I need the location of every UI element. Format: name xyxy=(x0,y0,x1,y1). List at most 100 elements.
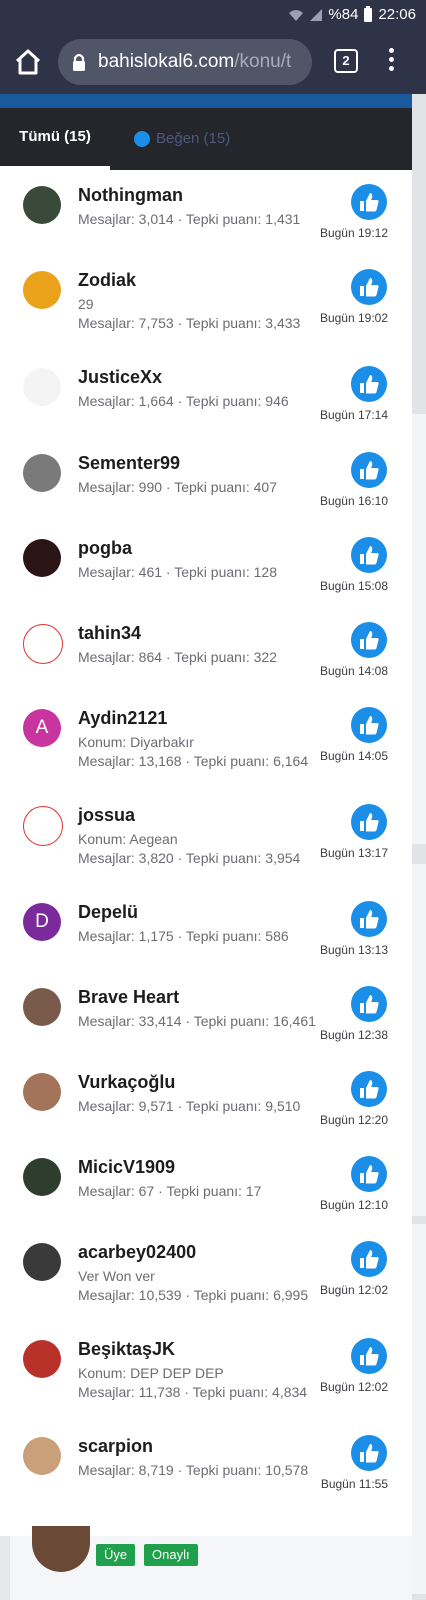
verified-badge: Onaylı xyxy=(144,1544,198,1566)
like-icon xyxy=(351,1241,387,1277)
reaction-time: Bugün 14:08 xyxy=(319,664,388,678)
list-item[interactable]: scarpion Mesajlar: 8,719 · Tepki puanı: 1… xyxy=(0,1421,412,1506)
battery-percent: %84 xyxy=(328,6,359,23)
list-item[interactable]: pogba Mesajlar: 461 · Tepki puanı: 128 Bug… xyxy=(0,523,412,608)
avatar[interactable] xyxy=(23,186,61,224)
list-item[interactable]: Sementer99 Mesajlar: 990 · Tepki puanı: 4… xyxy=(0,438,412,523)
user-extra: Konum: Diyarbakır xyxy=(78,734,194,750)
list-item[interactable]: tahin34 Mesajlar: 864 · Tepki puanı: 322 B… xyxy=(0,608,412,693)
avatar[interactable] xyxy=(23,1437,61,1475)
home-icon[interactable] xyxy=(14,48,42,76)
avatar[interactable] xyxy=(32,1526,90,1572)
username-link[interactable]: Nothingman xyxy=(78,185,183,206)
tab-like[interactable]: Beğen (15) xyxy=(134,108,230,170)
username-link[interactable]: tahin34 xyxy=(78,623,141,644)
user-extra: Ver Won ver xyxy=(78,1268,155,1284)
list-item[interactable]: Brave Heart Mesajlar: 33,414 · Tepki puan… xyxy=(0,972,412,1057)
url-path: /konu/t xyxy=(234,51,292,72)
user-stats: Mesajlar: 864 · Tepki puanı: 322 xyxy=(78,649,277,665)
username-link[interactable]: JusticeXx xyxy=(78,367,162,388)
username-link[interactable]: pogba xyxy=(78,538,132,559)
list-item[interactable]: A Aydin2121 Konum: Diyarbakır Mesajlar: 13,… xyxy=(0,693,412,790)
list-item[interactable]: jossua Konum: Aegean Mesajlar: 3,820 · Tep… xyxy=(0,790,412,887)
avatar[interactable] xyxy=(23,271,61,309)
username-link[interactable]: Brave Heart xyxy=(78,987,179,1008)
user-stats: Mesajlar: 1,664 · Tepki puanı: 946 xyxy=(78,393,289,409)
user-stats: Mesajlar: 33,414 · Tepki puanı: 16,461 xyxy=(78,1013,316,1029)
user-stats: Mesajlar: 990 · Tepki puanı: 407 xyxy=(78,479,277,495)
user-stats: Mesajlar: 8,719 · Tepki puanı: 10,578 xyxy=(78,1462,309,1478)
username-link[interactable]: acarbey02400 xyxy=(78,1242,196,1263)
tab-all[interactable]: Tümü (15) xyxy=(0,108,110,170)
list-item[interactable]: BeşiktaşJK Konum: DEP DEP DEP Mesajlar: 11… xyxy=(0,1324,412,1421)
page-scrollbar[interactable] xyxy=(412,94,426,1600)
list-item[interactable]: JusticeXx Mesajlar: 1,664 · Tepki puanı: … xyxy=(0,352,412,437)
post-author-card: Üye Onaylı xyxy=(10,1526,412,1600)
username-link[interactable]: Zodiak xyxy=(78,270,136,291)
avatar[interactable] xyxy=(23,988,61,1026)
address-bar[interactable]: bahislokal6.com/konu/t xyxy=(58,39,312,85)
tab-switcher-button[interactable]: 2 xyxy=(334,49,358,73)
like-icon xyxy=(351,184,387,220)
username-link[interactable]: Aydin2121 xyxy=(78,708,167,729)
url-text: bahislokal6.com/konu/t xyxy=(98,51,291,73)
username-link[interactable]: Vurkaçoğlu xyxy=(78,1072,175,1093)
like-icon xyxy=(351,537,387,573)
overflow-menu-icon[interactable] xyxy=(388,48,396,74)
reaction-time: Bugün 17:14 xyxy=(319,408,388,422)
reaction-time: Bugün 12:02 xyxy=(319,1380,388,1394)
avatar[interactable] xyxy=(23,1073,61,1111)
avatar[interactable] xyxy=(23,454,61,492)
reaction-time: Bugün 13:17 xyxy=(319,846,388,860)
reaction-time: Bugün 19:02 xyxy=(319,311,388,325)
user-stats: Mesajlar: 3,820 · Tepki puanı: 3,954 xyxy=(78,850,301,866)
reaction-list: Nothingman Mesajlar: 3,014 · Tepki puanı:… xyxy=(0,170,412,1536)
username-link[interactable]: Depelü xyxy=(78,902,138,923)
avatar[interactable] xyxy=(23,1340,61,1378)
list-item[interactable]: D Depelü Mesajlar: 1,175 · Tepki puanı: 58… xyxy=(0,887,412,972)
avatar[interactable] xyxy=(23,539,61,577)
avatar[interactable] xyxy=(23,368,61,406)
clock: 22:06 xyxy=(378,6,416,23)
signal-icon xyxy=(310,8,323,21)
username-link[interactable]: MicicV1909 xyxy=(78,1157,175,1178)
like-icon xyxy=(351,1071,387,1107)
user-stats: Mesajlar: 13,168 · Tepki puanı: 6,164 xyxy=(78,753,309,769)
like-icon xyxy=(351,366,387,402)
like-icon xyxy=(351,1435,387,1471)
reaction-time: Bugün 19:12 xyxy=(319,226,388,240)
user-extra: Konum: DEP DEP DEP xyxy=(78,1365,224,1381)
like-icon xyxy=(351,1156,387,1192)
user-stats: Mesajlar: 11,738 · Tepki puanı: 4,834 xyxy=(78,1384,308,1400)
user-stats: Mesajlar: 7,753 · Tepki puanı: 3,433 xyxy=(78,315,301,331)
username-link[interactable]: scarpion xyxy=(78,1436,153,1457)
avatar[interactable]: A xyxy=(23,709,61,747)
avatar[interactable] xyxy=(23,1243,61,1281)
list-item[interactable]: acarbey02400 Ver Won ver Mesajlar: 10,539 … xyxy=(0,1227,412,1324)
list-item[interactable]: Vurkaçoğlu Mesajlar: 9,571 · Tepki puanı:… xyxy=(0,1057,412,1142)
list-item[interactable]: Zodiak 29 Mesajlar: 7,753 · Tepki puanı: 3… xyxy=(0,255,412,352)
avatar[interactable] xyxy=(23,806,63,846)
list-item[interactable]: Nothingman Mesajlar: 3,014 · Tepki puanı:… xyxy=(0,170,412,255)
reaction-time: Bugün 12:20 xyxy=(319,1113,388,1127)
avatar[interactable] xyxy=(23,1158,61,1196)
like-icon xyxy=(351,269,387,305)
like-icon xyxy=(351,901,387,937)
reaction-time: Bugün 11:55 xyxy=(320,1477,388,1491)
username-link[interactable]: Sementer99 xyxy=(78,453,180,474)
user-stats: Mesajlar: 3,014 · Tepki puanı: 1,431 xyxy=(78,211,301,227)
avatar[interactable]: D xyxy=(23,903,61,941)
lock-icon xyxy=(73,53,85,71)
username-link[interactable]: BeşiktaşJK xyxy=(78,1339,175,1360)
user-extra: 29 xyxy=(78,296,94,312)
wifi-icon xyxy=(289,9,304,21)
reaction-time: Bugün 12:10 xyxy=(319,1198,388,1212)
user-stats: Mesajlar: 10,539 · Tepki puanı: 6,995 xyxy=(78,1287,309,1303)
list-item[interactable]: MicicV1909 Mesajlar: 67 · Tepki puanı: 17… xyxy=(0,1142,412,1227)
username-link[interactable]: jossua xyxy=(78,805,135,826)
like-icon xyxy=(134,131,150,147)
user-stats: Mesajlar: 1,175 · Tepki puanı: 586 xyxy=(78,928,289,944)
avatar[interactable] xyxy=(23,624,63,664)
reaction-time: Bugün 16:10 xyxy=(319,494,388,508)
status-bar: %84 22:06 xyxy=(0,0,426,32)
